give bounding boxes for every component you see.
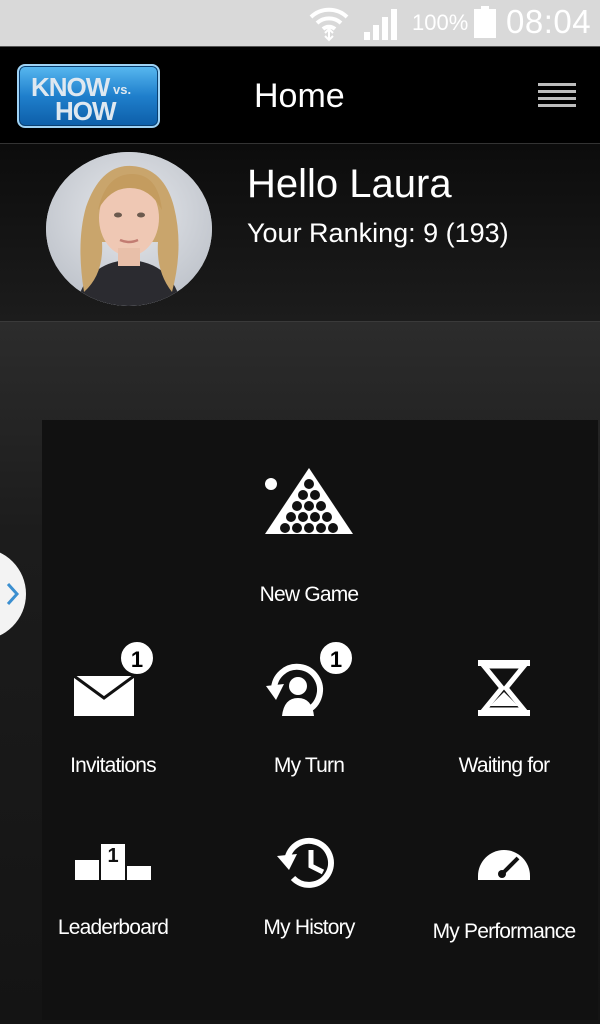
- player-turn-icon: [266, 663, 323, 716]
- my-turn-tile[interactable]: 1 My Turn: [216, 640, 402, 778]
- my-performance-tile[interactable]: My Performance: [411, 822, 597, 944]
- my-history-label: My History: [263, 916, 355, 939]
- logo-how-text: HOW: [55, 96, 117, 126]
- speedometer-icon: [478, 850, 530, 880]
- ranking-text: Your Ranking: 9 (193): [247, 218, 509, 248]
- podium-number: 1: [107, 845, 119, 867]
- leaderboard-label: Leaderboard: [57, 916, 169, 939]
- page-title: Home: [254, 77, 345, 115]
- know-vs-how-logo[interactable]: KNOW vs. HOW: [17, 64, 160, 128]
- battery-percent: 100%: [412, 10, 469, 35]
- side-drawer-handle[interactable]: [0, 548, 26, 640]
- status-bar: 100% 08:04: [0, 0, 600, 46]
- logo-vs-text: vs.: [113, 82, 132, 97]
- wifi-icon: [309, 7, 349, 42]
- battery-icon: [474, 6, 496, 38]
- chevron-right-icon: [6, 582, 20, 606]
- greeting-text: Hello Laura: [247, 162, 452, 206]
- my-turn-badge: 1: [318, 640, 354, 676]
- history-clock-icon: [277, 837, 334, 888]
- avatar[interactable]: [46, 152, 212, 306]
- leaderboard-tile[interactable]: 1 Leaderboard: [20, 822, 206, 940]
- main-menu: New Game 1 Invitations 1 My Turn Waiting…: [0, 322, 600, 1024]
- my-performance-label: My Performance: [432, 920, 577, 943]
- new-game-tile[interactable]: New Game: [216, 462, 402, 607]
- hamburger-menu-icon[interactable]: [538, 83, 576, 109]
- new-game-label: New Game: [259, 583, 359, 606]
- invitations-label: Invitations: [70, 754, 157, 777]
- podium-icon: 1: [75, 822, 151, 880]
- invitations-tile[interactable]: 1 Invitations: [20, 640, 206, 778]
- clock: 08:04: [506, 3, 592, 40]
- app-header: KNOW vs. HOW Home: [0, 46, 600, 144]
- envelope-icon: [73, 674, 135, 716]
- hourglass-icon: [478, 660, 530, 716]
- billiard-rack-icon: [265, 468, 353, 534]
- signal-icon: [364, 9, 397, 40]
- profile-section: Hello Laura Your Ranking: 9 (193): [0, 144, 600, 322]
- my-history-tile[interactable]: My History: [216, 822, 402, 940]
- invitations-badge: 1: [119, 640, 155, 676]
- waiting-for-label: Waiting for: [458, 754, 551, 777]
- waiting-for-tile[interactable]: Waiting for: [411, 640, 597, 778]
- my-turn-label: My Turn: [273, 754, 345, 777]
